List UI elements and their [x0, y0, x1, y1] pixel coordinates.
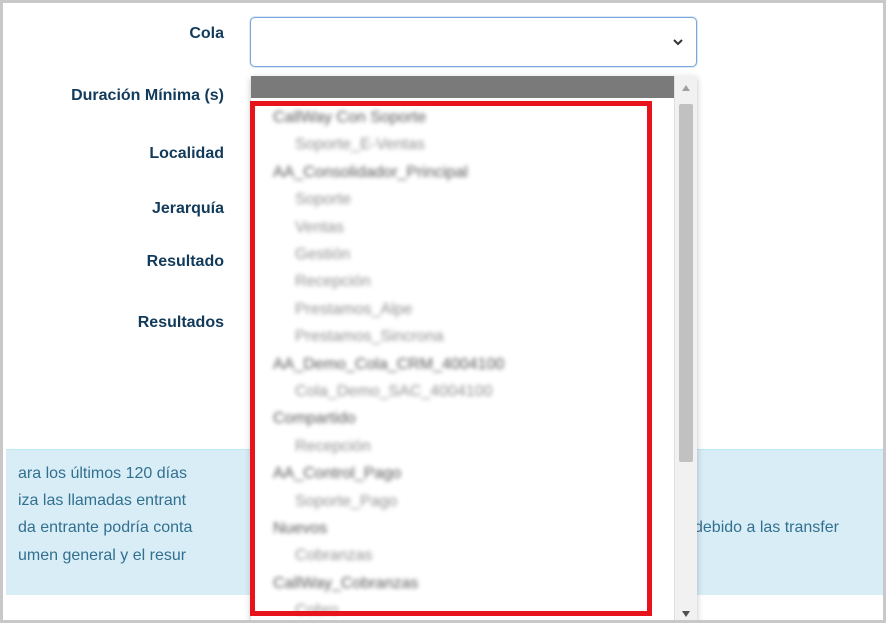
dropdown-option[interactable]: Cola_Demo_SAC_4004100 — [295, 383, 492, 401]
info-line-1: ara los últimos 120 días — [18, 465, 187, 482]
dropdown-optgroup: AA_Control_Pago — [273, 465, 402, 483]
dropdown-option[interactable]: Soporte_Pago — [295, 493, 397, 511]
dropdown-optgroup: Nuevos — [273, 520, 328, 537]
scrollbar-thumb[interactable] — [679, 104, 693, 462]
dropdown-option[interactable]: Soporte — [295, 191, 351, 209]
dropdown-option[interactable]: Ventas — [295, 219, 344, 237]
dropdown-optgroup: CallWay Con Soporte — [273, 109, 427, 126]
cola-dropdown-list[interactable]: CallWay Con Soporte Soporte_E-Ventas AA_Co… — [251, 76, 697, 620]
info-line-4: umen general y el resur — [18, 547, 187, 564]
jerarquia-label: Jerarquía — [151, 200, 224, 217]
triangle-down-icon[interactable] — [681, 610, 691, 618]
dropdown-optgroup: AA_Consolidador_Principal — [273, 163, 468, 181]
resultado-label: Resultado — [146, 253, 224, 270]
dropdown-option[interactable]: Prestamos_Sincrona — [295, 328, 444, 346]
dropdown-option[interactable]: Cobro — [295, 602, 339, 620]
dropdown-option[interactable]: Recepción — [295, 438, 371, 456]
info-line-3: da entrante podría conta — [18, 519, 193, 536]
info-line-3-end: debido a las transfer — [694, 519, 839, 536]
dropdown-selected-row[interactable] — [251, 76, 675, 98]
dropdown-option[interactable]: Soporte_E-Ventas — [295, 136, 425, 154]
dropdown-optgroup: CallWay_Cobranzas — [273, 574, 419, 592]
duracion-minima-label: Duración Mínima (s) — [71, 87, 224, 104]
form-panel: Cola Duración Mínima (s) Localidad Jerar… — [0, 0, 886, 623]
dropdown-option[interactable]: Gestión — [295, 246, 350, 264]
dropdown-optgroup: Compartido — [273, 410, 356, 428]
dropdown-optgroup: AA_Demo_Cola_CRM_4004100 — [273, 355, 505, 373]
chevron-down-icon — [673, 39, 683, 46]
info-line-2: iza las llamadas entrant — [18, 492, 187, 509]
dropdown-option[interactable]: Cobranzas — [295, 547, 372, 565]
resultados-label: Resultados — [137, 314, 224, 331]
cola-select[interactable] — [250, 17, 697, 67]
cola-label: Cola — [189, 25, 224, 42]
dropdown-option[interactable]: Prestamos_Alpe — [295, 301, 412, 319]
dropdown-option[interactable]: Recepción — [295, 273, 371, 291]
dropdown-scrollbar[interactable] — [674, 76, 697, 620]
triangle-up-icon[interactable] — [681, 84, 691, 92]
localidad-label: Localidad — [149, 145, 224, 162]
